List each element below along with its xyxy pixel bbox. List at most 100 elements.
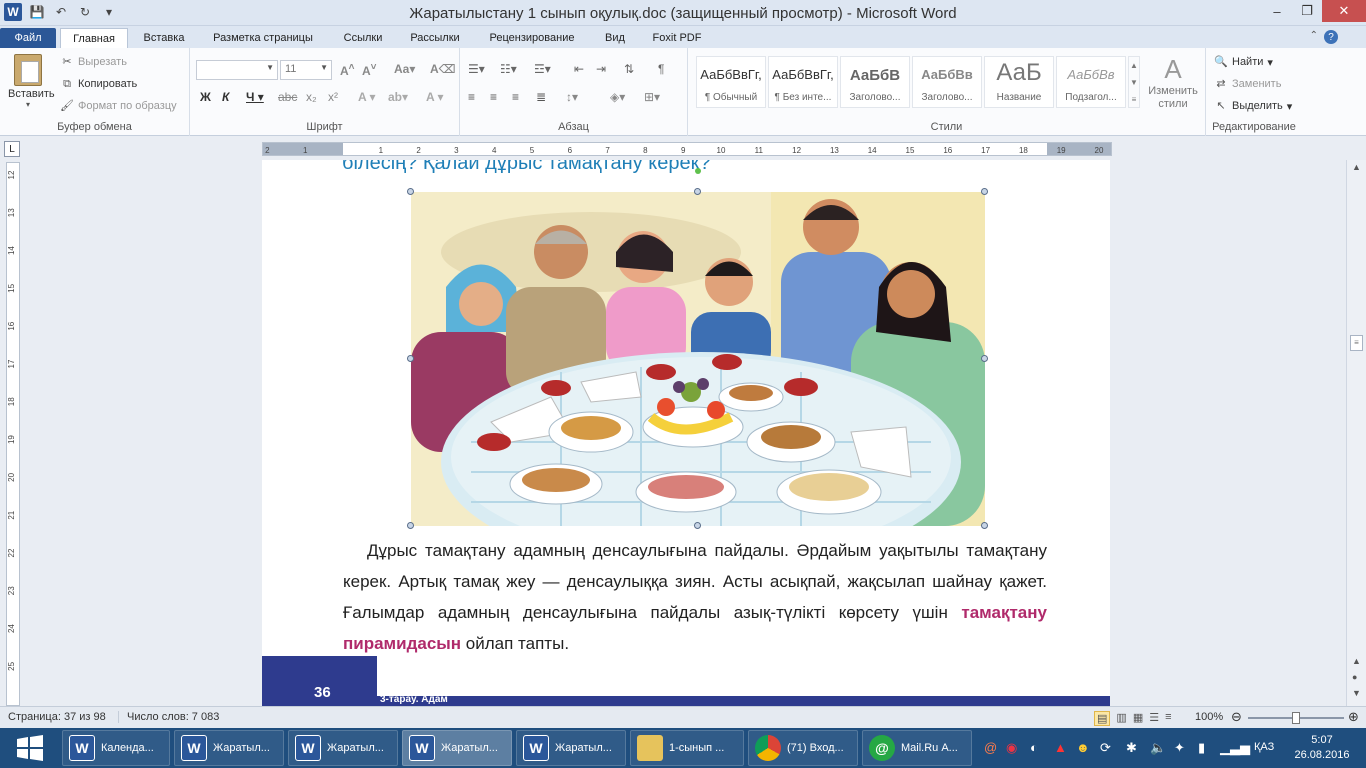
align-left-icon[interactable]: ≡: [468, 90, 475, 104]
resize-handle[interactable]: [407, 188, 414, 195]
draft-icon[interactable]: ≡: [1165, 711, 1171, 726]
taskbar-item-active[interactable]: W Жаратыл...: [402, 730, 512, 766]
scroll-down-icon[interactable]: ▼: [1352, 688, 1361, 698]
help-icon[interactable]: ?: [1324, 30, 1338, 44]
shading-icon[interactable]: ◈▾: [610, 90, 625, 104]
audio-driver-icon[interactable]: ◐: [1030, 740, 1038, 755]
tab-view[interactable]: Вид: [594, 28, 636, 48]
family-dinner-illustration[interactable]: [411, 192, 985, 526]
scroll-up-icon[interactable]: ▲: [1352, 162, 1361, 172]
clock[interactable]: 5:07 26.08.2016: [1292, 733, 1352, 763]
signal-icon[interactable]: ▁▃▅: [1220, 740, 1250, 756]
bullets-icon[interactable]: ☰▾: [468, 62, 485, 76]
change-styles-button[interactable]: A Изменить стили: [1144, 54, 1202, 111]
antivirus-icon[interactable]: ◉: [1006, 740, 1017, 756]
taskbar-item[interactable]: W Календа...: [62, 730, 170, 766]
style-heading-1[interactable]: АаБбВ Заголово...: [840, 56, 910, 108]
taskbar-item[interactable]: W Жаратыл...: [174, 730, 284, 766]
font-color-icon[interactable]: A ▾: [426, 90, 444, 104]
tab-mailings[interactable]: Рассылки: [400, 28, 470, 48]
taskbar-item[interactable]: @ Mail.Ru А...: [862, 730, 972, 766]
bold-icon[interactable]: Ж: [200, 90, 211, 104]
web-layout-icon[interactable]: ▦: [1133, 711, 1143, 726]
browse-object-icon[interactable]: ●: [1352, 672, 1357, 682]
italic-icon[interactable]: К: [222, 90, 229, 104]
subscript-icon[interactable]: x₂: [306, 90, 317, 104]
font-size-combo[interactable]: 11 ▼: [280, 60, 332, 80]
multilevel-list-icon[interactable]: ☲▾: [534, 62, 551, 76]
styles-scroll[interactable]: ▲ ▼ ≡: [1128, 56, 1140, 108]
network-icon[interactable]: ✦: [1174, 740, 1185, 756]
justify-icon[interactable]: ≣: [536, 90, 546, 104]
text-effects-icon[interactable]: A ▾: [358, 90, 376, 104]
underline-icon[interactable]: Ч ▾: [246, 90, 264, 104]
tab-file[interactable]: Файл: [0, 28, 56, 48]
tab-insert[interactable]: Вставка: [136, 28, 192, 48]
tab-page-layout[interactable]: Разметка страницы: [200, 28, 326, 48]
collapse-ribbon-icon[interactable]: ⌃: [1310, 30, 1318, 41]
align-right-icon[interactable]: ≡: [512, 90, 519, 104]
zoom-out-icon[interactable]: ⊖: [1231, 709, 1242, 725]
sort-icon[interactable]: ⇅: [624, 62, 634, 76]
style-title[interactable]: АаБ Название: [984, 56, 1054, 108]
align-center-icon[interactable]: ≡: [490, 90, 497, 104]
resize-handle[interactable]: [694, 188, 701, 195]
tab-foxit-pdf[interactable]: Foxit PDF: [644, 28, 710, 48]
taskbar-item[interactable]: (71) Вход...: [748, 730, 858, 766]
print-layout-icon[interactable]: ▤: [1094, 711, 1111, 726]
tab-home[interactable]: Главная: [60, 28, 128, 48]
tab-review[interactable]: Рецензирование: [478, 28, 586, 48]
grow-font-icon[interactable]: A˄: [340, 62, 355, 78]
find-button[interactable]: 🔍 Найти ▾: [1214, 55, 1273, 69]
page-counter[interactable]: Страница: 37 из 98: [8, 711, 106, 723]
replace-button[interactable]: ⇄ Заменить: [1214, 77, 1281, 91]
tab-references[interactable]: Ссылки: [334, 28, 392, 48]
copy-button[interactable]: ⧉ Копировать: [60, 77, 137, 91]
full-screen-reading-icon[interactable]: ▥: [1116, 711, 1126, 726]
decrease-indent-icon[interactable]: ⇤: [574, 62, 584, 76]
zoom-slider-handle[interactable]: [1292, 712, 1300, 724]
battery-icon[interactable]: ▮: [1198, 740, 1205, 756]
warning-icon[interactable]: ▲: [1054, 740, 1067, 755]
select-button[interactable]: ↖ Выделить ▾: [1214, 99, 1292, 113]
paste-button[interactable]: Вставить ▾: [8, 54, 55, 109]
format-painter-button[interactable]: 🖌 Формат по образцу: [60, 99, 177, 113]
document-page[interactable]: білесің? Қалай дұрыс тамақтану керек? Дұ…: [262, 160, 1110, 706]
taskbar-item[interactable]: 1-сынып ...: [630, 730, 744, 766]
vertical-ruler[interactable]: 12 13 14 15 16 17 18 19 20 21 22 23 24 25: [6, 162, 20, 706]
horizontal-ruler[interactable]: 2 1 1 2 3 4 5 6 7 8 9 10 11 12 13 14 15 16 17 18 19 20: [262, 142, 1112, 156]
rotate-handle[interactable]: [695, 168, 701, 174]
resize-handle[interactable]: [407, 522, 414, 529]
show-marks-icon[interactable]: ¶: [658, 62, 664, 76]
borders-icon[interactable]: ⊞▾: [644, 90, 660, 104]
font-name-combo[interactable]: ▼: [196, 60, 278, 80]
start-button[interactable]: [6, 732, 54, 764]
vertical-scrollbar[interactable]: ▲ ≡ ▲ ● ▼: [1346, 160, 1366, 706]
bluetooth-icon[interactable]: ✱: [1126, 740, 1137, 756]
resize-handle[interactable]: [981, 188, 988, 195]
resize-handle[interactable]: [407, 355, 414, 362]
resize-handle[interactable]: [981, 355, 988, 362]
increase-indent-icon[interactable]: ⇥: [596, 62, 606, 76]
word-count[interactable]: Число слов: 7 083: [118, 711, 219, 723]
close-icon[interactable]: ✕: [1322, 0, 1366, 22]
shrink-font-icon[interactable]: A˅: [362, 62, 377, 78]
numbering-icon[interactable]: ☷▾: [500, 62, 517, 76]
zoom-in-icon[interactable]: ⊕: [1348, 709, 1359, 725]
clear-formatting-icon[interactable]: A⌫: [430, 62, 456, 76]
smiley-icon[interactable]: ☻: [1076, 740, 1090, 755]
resize-handle[interactable]: [981, 522, 988, 529]
volume-icon[interactable]: 🔈: [1150, 740, 1166, 756]
line-spacing-icon[interactable]: ↕▾: [566, 90, 578, 104]
tab-selector-icon[interactable]: L: [4, 141, 20, 157]
cut-button[interactable]: ✂ Вырезать: [60, 55, 127, 69]
minimize-icon[interactable]: –: [1262, 0, 1292, 22]
update-icon[interactable]: ⟳: [1100, 740, 1111, 756]
change-case-icon[interactable]: Aa▾: [394, 62, 415, 76]
style-heading-2[interactable]: АаБбВв Заголово...: [912, 56, 982, 108]
outline-icon[interactable]: ☰: [1149, 711, 1159, 726]
taskbar-item[interactable]: W Жаратыл...: [516, 730, 626, 766]
style-normal[interactable]: АаБбВвГг, ¶ Обычный: [696, 56, 766, 108]
taskbar-item[interactable]: W Жаратыл...: [288, 730, 398, 766]
mail-agent-icon[interactable]: @: [984, 740, 997, 755]
